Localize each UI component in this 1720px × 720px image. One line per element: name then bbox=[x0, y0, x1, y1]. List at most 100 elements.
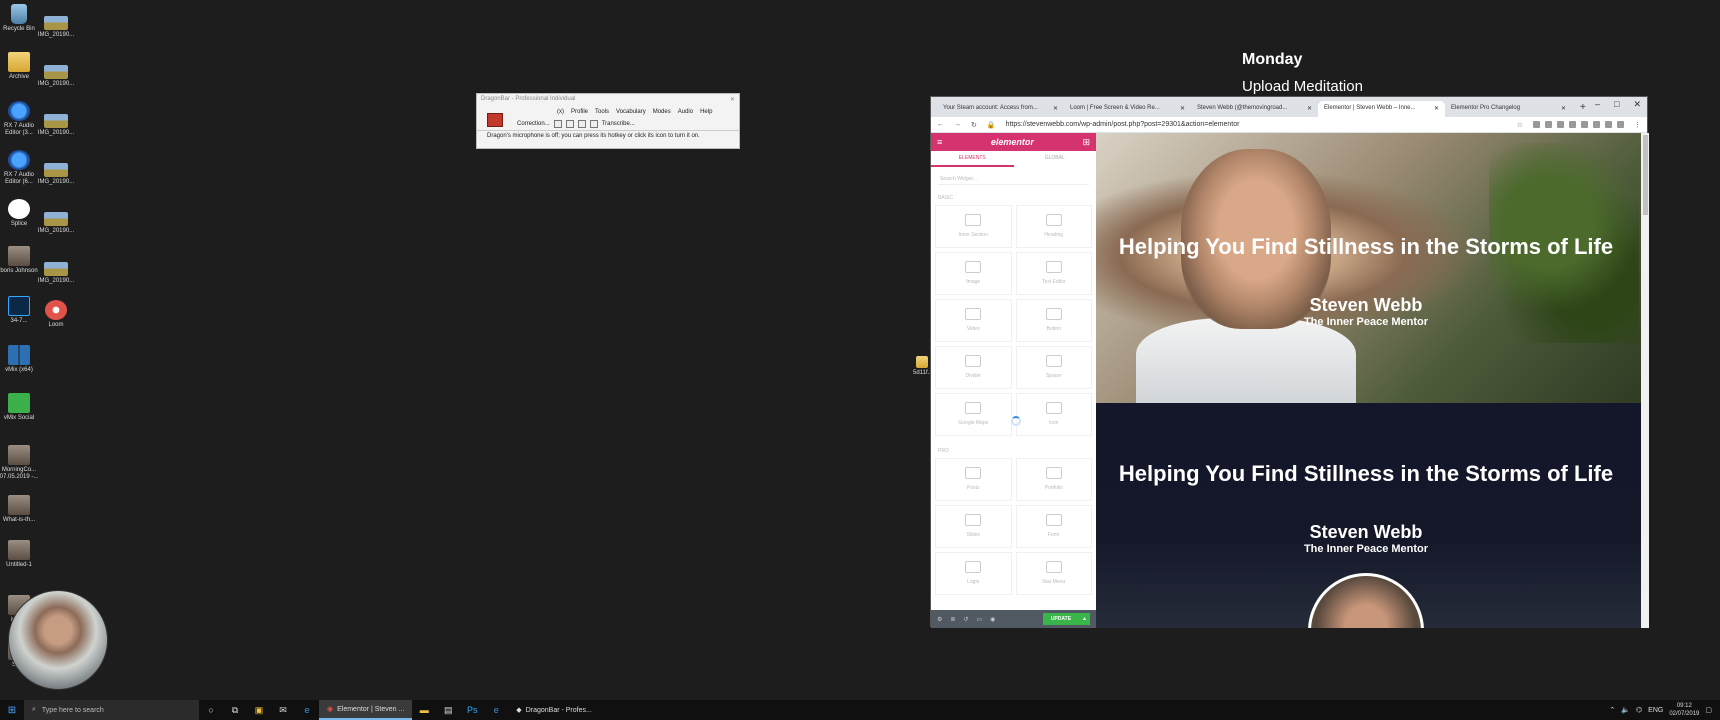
desktop-icon[interactable]: Recycle Bin bbox=[0, 4, 39, 33]
forward-icon[interactable] bbox=[589, 120, 598, 128]
minimize-button[interactable]: – bbox=[1595, 99, 1600, 110]
edge-icon[interactable]: e bbox=[484, 705, 508, 715]
hero-section[interactable]: Helping You Find Stillness in the Storms… bbox=[1096, 133, 1649, 408]
bookmark-star-icon[interactable]: ☆ bbox=[1517, 121, 1523, 129]
reload-icon[interactable]: ↻ bbox=[971, 121, 977, 129]
hero-tagline[interactable]: The Inner Peace Mentor bbox=[1096, 316, 1636, 328]
desktop-icon[interactable]: IMG_20190... bbox=[36, 12, 76, 39]
preview-eye-icon[interactable]: ◉ bbox=[990, 616, 995, 623]
desktop-icon[interactable]: MorningCo... 07.05.2019 -... bbox=[0, 445, 39, 481]
section2-tagline[interactable]: The Inner Peace Mentor bbox=[1096, 543, 1636, 555]
widget-tile[interactable]: Login bbox=[935, 552, 1012, 595]
extension-icon[interactable] bbox=[1533, 121, 1540, 128]
dragonbar-menu-item[interactable]: Audio bbox=[678, 109, 693, 115]
desktop-icon[interactable]: IMG_20190... bbox=[36, 110, 76, 137]
widget-tile[interactable]: Button bbox=[1015, 299, 1092, 342]
file-explorer-icon[interactable]: ▬ bbox=[412, 705, 436, 715]
hamburger-menu-icon[interactable]: ≡ bbox=[937, 137, 942, 147]
desktop-icon[interactable]: RX 7 Audio Editor (6... bbox=[0, 150, 39, 186]
chevron-up-icon[interactable]: ⌃ bbox=[1609, 706, 1615, 714]
tab-global[interactable]: GLOBAL bbox=[1014, 151, 1097, 167]
history-icon[interactable]: ↺ bbox=[963, 616, 968, 623]
close-icon[interactable]: ✕ bbox=[730, 96, 735, 103]
widget-tile[interactable]: Video bbox=[935, 299, 1012, 342]
mail-icon[interactable]: ✉ bbox=[271, 705, 295, 716]
dragonbar-titlebar[interactable]: DragonBar - Professional Individual ✕ bbox=[477, 94, 739, 105]
navigator-layers-icon[interactable]: ≣ bbox=[950, 616, 955, 623]
dark-section[interactable]: Helping You Find Stillness in the Storms… bbox=[1096, 403, 1649, 628]
tab-elements[interactable]: ELEMENTS bbox=[931, 151, 1014, 167]
browser-tab[interactable]: Your Steam account: Access from... ✕ bbox=[937, 101, 1064, 117]
desktop-icon[interactable]: IMG_20190... bbox=[36, 61, 76, 88]
dragonbar-menu-item[interactable]: Tools bbox=[595, 109, 609, 115]
update-options-button[interactable]: ▲ bbox=[1079, 613, 1090, 625]
widget-tile[interactable]: Divider bbox=[935, 346, 1012, 389]
hero-name[interactable]: Steven Webb bbox=[1096, 295, 1636, 316]
widget-tile[interactable]: Nav Menu bbox=[1015, 552, 1092, 595]
grid-apps-icon[interactable]: ⊞ bbox=[1082, 137, 1090, 148]
widget-search-input[interactable]: Search Widget... bbox=[938, 173, 1089, 185]
taskbar-app-dragon[interactable]: ◆ DragonBar - Profes... bbox=[508, 700, 600, 720]
dragonbar-menu-item[interactable]: Help bbox=[700, 109, 712, 115]
network-icon[interactable]: ⌬ bbox=[1636, 706, 1642, 714]
close-icon[interactable]: ✕ bbox=[1180, 105, 1185, 113]
desktop-icon[interactable]: vMix Social bbox=[0, 393, 39, 422]
dragonbar-menu-item[interactable]: Profile bbox=[571, 109, 588, 115]
new-tab-button[interactable]: + bbox=[1572, 98, 1594, 117]
browser-tab[interactable]: Elementor | Steven Webb – Inne... ✕ bbox=[1318, 101, 1445, 117]
extension-icon[interactable] bbox=[1545, 121, 1552, 128]
microphone-icon[interactable] bbox=[487, 113, 503, 127]
taskbar-app-chrome[interactable]: ◉ Elementor | Steven ... bbox=[319, 700, 413, 720]
desktop-icon[interactable]: IMG_20190... bbox=[36, 258, 76, 285]
correction-button[interactable]: Correction... bbox=[517, 121, 550, 127]
desktop-icon[interactable]: IMG_20190... bbox=[36, 159, 76, 186]
avatar[interactable] bbox=[1308, 573, 1424, 628]
widget-tile[interactable]: Icon bbox=[1015, 393, 1092, 436]
desktop-icon[interactable]: Loom bbox=[36, 300, 76, 329]
play-icon[interactable] bbox=[553, 120, 562, 128]
update-button[interactable]: UPDATE bbox=[1042, 613, 1080, 625]
cortana-icon[interactable]: ○ bbox=[199, 705, 223, 715]
desktop-icon[interactable]: What-is-th... bbox=[0, 495, 39, 524]
dragonbar-window[interactable]: DragonBar - Professional Individual ✕ (x… bbox=[476, 93, 740, 149]
forward-icon[interactable]: → bbox=[954, 121, 961, 128]
browser-tab[interactable]: Elementor Pro Changelog ✕ bbox=[1445, 101, 1572, 117]
desktop-icon[interactable]: RX 7 Audio Editor (3... bbox=[0, 101, 39, 137]
dragonbar-menu-item[interactable]: Vocabulary bbox=[616, 109, 646, 115]
widget-tile[interactable]: Spacer bbox=[1015, 346, 1092, 389]
section2-name[interactable]: Steven Webb bbox=[1096, 522, 1636, 543]
rewind-icon[interactable] bbox=[577, 120, 586, 128]
close-icon[interactable]: ✕ bbox=[1307, 105, 1312, 113]
stop-icon[interactable] bbox=[565, 120, 574, 128]
preview-scrollbar[interactable] bbox=[1641, 133, 1649, 628]
widget-tile[interactable]: Slides bbox=[935, 505, 1012, 548]
volume-icon[interactable]: 🔈 bbox=[1621, 706, 1630, 714]
taskbar-search[interactable]: ⌕ Type here to search bbox=[24, 700, 199, 720]
extension-icon[interactable] bbox=[1581, 121, 1588, 128]
settings-gear-icon[interactable]: ⚙ bbox=[937, 616, 942, 623]
language-indicator[interactable]: ENG bbox=[1648, 707, 1663, 714]
desktop-icon[interactable]: Archive bbox=[0, 52, 39, 81]
scrollbar-thumb[interactable] bbox=[1642, 135, 1648, 215]
widget-tile[interactable]: Form bbox=[1015, 505, 1092, 548]
widget-tile[interactable]: Image bbox=[935, 252, 1012, 295]
widget-tile[interactable]: Posts bbox=[935, 458, 1012, 501]
extension-icon[interactable] bbox=[1557, 121, 1564, 128]
desktop-icon[interactable]: Splice bbox=[0, 199, 39, 228]
close-window-button[interactable]: ✕ bbox=[1633, 99, 1641, 110]
page-preview[interactable]: Helping You Find Stillness in the Storms… bbox=[1096, 133, 1649, 628]
photoshop-icon[interactable]: Ps bbox=[460, 705, 484, 715]
close-icon[interactable]: ✕ bbox=[1053, 105, 1058, 113]
dragonbar-menu-item[interactable]: Modes bbox=[653, 109, 671, 115]
category-basic[interactable]: BASIC bbox=[931, 191, 1096, 205]
responsive-mode-icon[interactable]: ▭ bbox=[976, 616, 982, 623]
widget-tile[interactable]: Google Maps bbox=[935, 393, 1012, 436]
desktop-icon[interactable]: boris Johnson bbox=[0, 246, 39, 275]
widget-tile[interactable]: Text Editor bbox=[1015, 252, 1092, 295]
notepad-icon[interactable]: ▤ bbox=[436, 705, 460, 716]
dragonbar-menu-item[interactable]: (x) bbox=[557, 109, 564, 115]
widget-tile[interactable]: Inner Section bbox=[935, 205, 1012, 248]
windows-start-icon[interactable]: ⊞ bbox=[0, 705, 24, 716]
extension-icon[interactable] bbox=[1569, 121, 1576, 128]
maximize-button[interactable]: □ bbox=[1614, 99, 1619, 110]
